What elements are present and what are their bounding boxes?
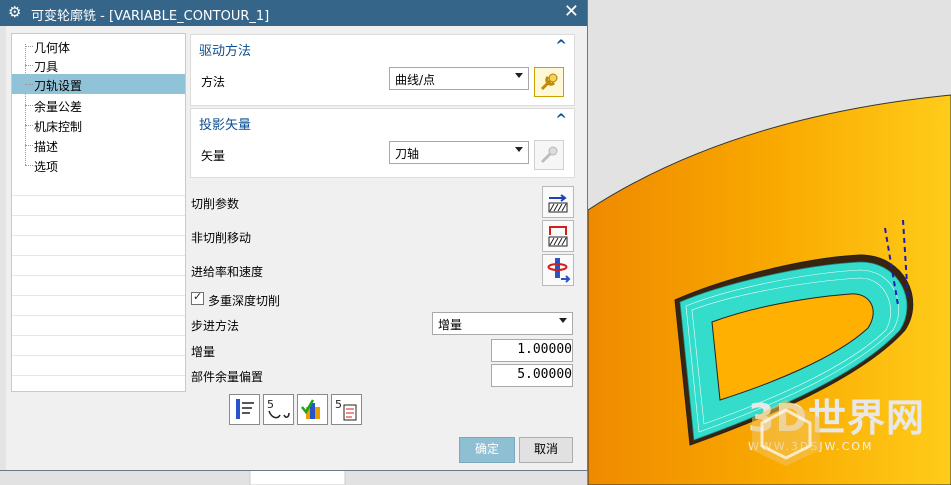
nav-item-path-settings[interactable]: 刀轨设置 [12,74,185,94]
nav-item-label: 选项 [34,160,59,174]
generate-toolpath-icon [236,399,254,419]
nav-item-options[interactable]: 选项 [12,155,185,175]
gear-icon: ⚙ [8,3,22,21]
watermark-logo-icon [752,400,820,466]
close-icon[interactable]: ✕ [564,2,579,22]
non-cut-moves-label: 非切削移动 [191,231,252,245]
tree-branch [25,165,33,166]
nav-item-description[interactable]: 描述 [12,135,185,155]
nav-item-tool[interactable]: 刀具 [12,55,185,75]
tree-branch [25,145,33,146]
increment-value: 1.00000 [517,342,572,357]
dropdown-arrow-icon [559,318,567,323]
stock-offset-input[interactable]: 5.00000 [491,364,573,387]
step-method-select[interactable]: 增量 [432,312,573,335]
multi-depth-checkbox[interactable]: ✓ [191,290,204,305]
method-select-value: 曲线/点 [395,73,436,87]
projection-vector-title: 投影矢量 [199,118,252,133]
nav-item-machine-control[interactable]: 机床控制 [12,115,185,135]
step-method-value: 增量 [438,318,463,332]
verify-icon [301,399,320,419]
collapse-chevron-up-icon[interactable]: ^ [555,38,567,54]
stock-offset-label: 部件余量偏置 [191,370,264,384]
list-icon: 5 [335,398,357,421]
step-method-label: 步进方法 [191,319,240,333]
edit-vector-button[interactable] [534,140,564,170]
variable-contour-dialog: ⚙ 可变轮廓铣 - [VARIABLE_CONTOUR_1] ✕ 几何体 刀具 … [0,0,588,471]
cut-params-label: 切削参数 [191,197,240,211]
dropdown-arrow-icon [515,147,523,152]
nav-empty-row [12,315,185,316]
dialog-titlebar[interactable]: ⚙ 可变轮廓铣 - [VARIABLE_CONTOUR_1] ✕ [0,0,587,26]
nav-empty-row [12,355,185,356]
replay-icon: 5 [267,398,290,419]
nav-item-label: 描述 [34,140,59,154]
nav-item-geometry[interactable]: 几何体 [12,36,185,56]
generate-button[interactable] [229,394,260,425]
feeds-speeds-icon [547,258,571,283]
dialog-title: 可变轮廓铣 - [VARIABLE_CONTOUR_1] [31,9,270,24]
nav-empty-row [12,295,185,296]
cut-params-icon [548,194,568,213]
checkmark-icon: ✓ [193,290,203,303]
nav-empty-row [12,275,185,276]
collapse-chevron-up-icon[interactable]: ^ [555,112,567,128]
tree-branch [25,105,33,106]
increment-input[interactable]: 1.00000 [491,339,573,362]
vector-select-value: 刀轴 [395,147,420,161]
nav-item-label: 几何体 [34,41,71,55]
vector-label: 矢量 [201,149,226,163]
list-button[interactable]: 5 [331,394,362,425]
drive-method-group: 驱动方法 ^ 方法 曲线/点 [190,34,575,106]
nav-empty-row [12,235,185,236]
cut-params-button[interactable] [542,186,574,218]
verify-button[interactable] [297,394,328,425]
nav-item-label: 刀具 [34,60,59,74]
nav-item-stock-tolerance[interactable]: 余量公差 [12,95,185,115]
tree-branch [25,125,33,126]
tree-branch [25,84,33,85]
wrench-icon [540,146,558,164]
nav-item-label: 刀轨设置 [34,79,83,93]
method-select[interactable]: 曲线/点 [389,67,529,90]
nav-item-label: 机床控制 [34,120,83,134]
wrench-icon [540,73,558,91]
replay-button[interactable]: 5 [263,394,294,425]
nav-empty-row [12,375,185,376]
vector-select[interactable]: 刀轴 [389,141,529,164]
stock-offset-value: 5.00000 [517,367,572,382]
method-label: 方法 [201,75,226,89]
dialog-left-strip [0,26,6,470]
tree-branch [25,46,33,47]
ok-button[interactable]: 确定 [459,437,515,463]
nav-empty-row [12,255,185,256]
feeds-speeds-label: 进给率和速度 [191,265,264,279]
watermark: 3D世界网 WWW.3DSJW.COM [748,398,925,466]
feeds-speeds-button[interactable] [542,254,574,286]
nav-empty-row [12,215,185,216]
drive-method-title: 驱动方法 [199,44,252,59]
non-cut-moves-icon [548,226,568,247]
projection-vector-group: 投影矢量 ^ 矢量 刀轴 [190,108,575,178]
multi-depth-label: 多重深度切削 [208,294,281,308]
tree-branch [25,65,33,66]
svg-text:5: 5 [335,398,342,411]
edit-drive-method-button[interactable] [534,67,564,97]
nav-tree: 几何体 刀具 刀轨设置 余量公差 机床控制 描述 选项 [11,33,186,392]
nav-empty-row [12,195,185,196]
nav-empty-row [12,335,185,336]
svg-text:5: 5 [267,398,274,411]
non-cut-moves-button[interactable] [542,220,574,252]
cancel-button[interactable]: 取消 [519,437,573,463]
nav-item-label: 余量公差 [34,100,83,114]
increment-label: 增量 [191,345,216,359]
dropdown-arrow-icon [515,73,523,78]
